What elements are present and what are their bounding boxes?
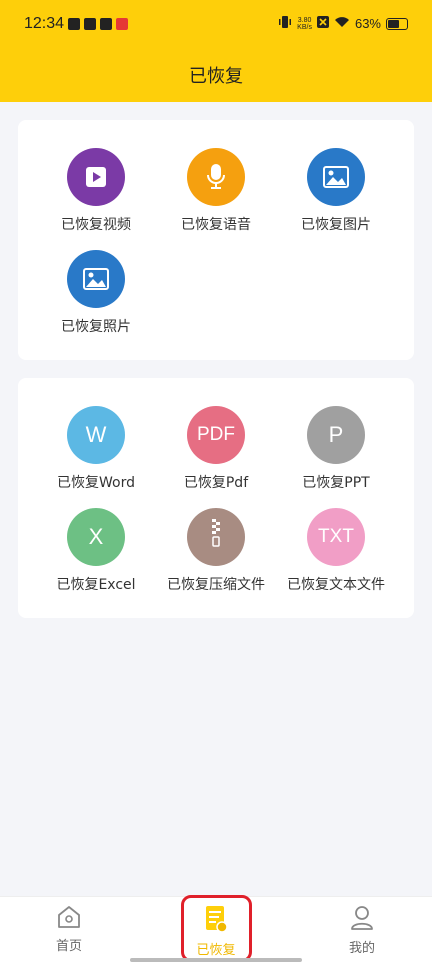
recovered-pdf-button[interactable]: PDF 已恢复Pdf: [156, 406, 276, 492]
highlight-frame: [181, 895, 252, 962]
status-right: 3.80 KB/s 63%: [278, 15, 408, 32]
item-label: 已恢复压缩文件: [167, 577, 265, 593]
no-sim-icon: [316, 16, 329, 31]
item-label: 已恢复Word: [57, 475, 135, 491]
image-icon: [307, 148, 365, 206]
wifi-icon: [334, 16, 350, 31]
battery-percent: 63%: [354, 16, 381, 31]
pdf-icon: PDF: [187, 406, 245, 464]
document-card: W 已恢复Word PDF 已恢复Pdf P 已恢复PPT X 已恢复Excel…: [18, 378, 414, 618]
recovered-txt-button[interactable]: TXT 已恢复文本文件: [276, 508, 396, 594]
item-label: 已恢复语音: [181, 217, 251, 233]
recovered-photo-button[interactable]: 已恢复照片: [36, 250, 156, 336]
recovered-word-button[interactable]: W 已恢复Word: [36, 406, 156, 492]
recovered-voice-button[interactable]: 已恢复语音: [156, 148, 276, 234]
media-card: 已恢复视频 已恢复语音 已恢复图片 已恢复照片: [18, 120, 414, 360]
recovered-zip-button[interactable]: 已恢复压缩文件: [156, 508, 276, 594]
item-label: 已恢复照片: [61, 319, 131, 335]
network-speed-unit: KB/s: [297, 23, 312, 31]
item-label: 已恢复视频: [61, 217, 131, 233]
tab-mine[interactable]: 我的: [312, 905, 412, 956]
tab-label: 我的: [348, 941, 375, 956]
recovered-excel-button[interactable]: X 已恢复Excel: [36, 508, 156, 594]
zip-icon: [187, 508, 245, 566]
video-play-icon: [67, 148, 125, 206]
page-title: 已恢复: [189, 66, 243, 87]
item-label: 已恢复Pdf: [183, 475, 249, 491]
photo-icon: [67, 250, 125, 308]
home-indicator[interactable]: [130, 958, 302, 962]
recovered-ppt-button[interactable]: P 已恢复PPT: [276, 406, 396, 492]
network-speed: 3.80 KB/s: [297, 17, 312, 31]
notification-play-icon: [68, 18, 80, 30]
ppt-icon: P: [307, 406, 365, 464]
microphone-icon: [187, 148, 245, 206]
network-speed-value: 3.80: [297, 16, 312, 24]
notification-app-icon: [84, 18, 96, 30]
item-label: 已恢复PPT: [302, 475, 370, 491]
word-icon: W: [67, 406, 125, 464]
status-time: 12:34: [24, 15, 65, 32]
status-bar: 12:34 3.80 KB/s 63%: [0, 0, 432, 50]
user-icon: [350, 906, 374, 935]
item-label: 已恢复文本文件: [287, 577, 385, 593]
excel-icon: X: [67, 508, 125, 566]
vibrate-icon: [278, 15, 292, 32]
notification-icons: [68, 18, 128, 30]
notification-mail-icon: [100, 18, 112, 30]
tab-label: 首页: [55, 939, 82, 954]
item-label: 已恢复Excel: [56, 577, 136, 593]
battery-icon: [386, 17, 408, 30]
notification-alert-icon: [116, 18, 128, 30]
recovered-video-button[interactable]: 已恢复视频: [36, 148, 156, 234]
item-label: 已恢复图片: [301, 217, 371, 233]
recovered-image-button[interactable]: 已恢复图片: [276, 148, 396, 234]
home-icon: [56, 906, 82, 933]
txt-icon: TXT: [307, 508, 365, 566]
tab-home[interactable]: 首页: [19, 905, 119, 954]
top-app-bar: 12:34 3.80 KB/s 63% 已恢复: [0, 0, 432, 102]
